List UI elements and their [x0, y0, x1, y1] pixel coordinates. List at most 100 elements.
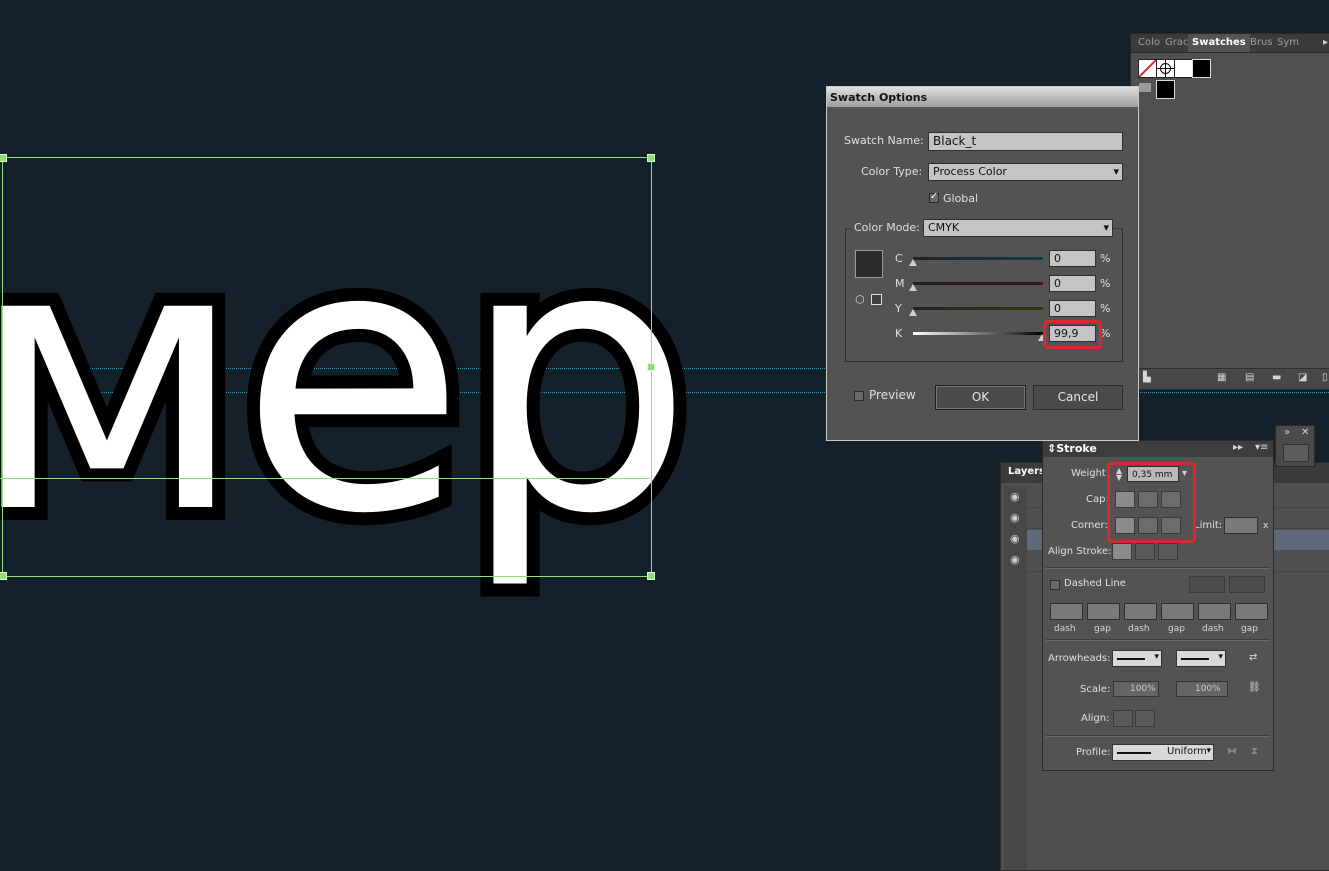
swatch-black[interactable]	[1192, 59, 1211, 78]
swatch-libraries-icon[interactable]: ▙	[1143, 372, 1151, 383]
dashed-line-checkbox[interactable]	[1050, 580, 1060, 590]
ok-button[interactable]: OK	[935, 385, 1026, 410]
cancel-label: Cancel	[1057, 390, 1099, 404]
stroke-tab-title[interactable]: ⇕Stroke	[1047, 442, 1097, 455]
selection-bounding-box[interactable]	[2, 157, 652, 577]
collapse-icon[interactable]: »	[1284, 427, 1290, 438]
web-safe-icon[interactable]	[871, 294, 882, 305]
cancel-button[interactable]: Cancel	[1033, 385, 1123, 410]
selection-handle[interactable]	[0, 154, 7, 162]
collapsed-panel[interactable]: » ✕	[1275, 425, 1315, 467]
arrow-extend-button[interactable]	[1113, 710, 1133, 727]
scale-label: Scale:	[1080, 684, 1111, 695]
start-arrowhead-select[interactable]: ▾	[1112, 650, 1162, 667]
color-mode-select[interactable]: CMYK ▾	[923, 219, 1113, 237]
delete-swatch-icon[interactable]: ▯	[1322, 372, 1328, 383]
panel-icon[interactable]	[1283, 444, 1309, 462]
ok-label: OK	[971, 390, 990, 404]
flip-across-icon[interactable]: ⧗	[1251, 746, 1258, 757]
align-outside-button[interactable]	[1158, 543, 1178, 560]
channel-m-input[interactable]: 0	[1049, 275, 1096, 292]
scale-end-input[interactable]: 100%	[1176, 681, 1228, 697]
panel-expand-icon[interactable]: ▸	[1323, 34, 1328, 52]
swatch-white[interactable]	[1174, 59, 1193, 78]
slider-thumb[interactable]	[909, 309, 917, 316]
swatch-group-folder-icon[interactable]	[1139, 83, 1151, 92]
swatch-name-input[interactable]: Black_t	[928, 132, 1123, 151]
dash-field[interactable]	[1124, 603, 1157, 620]
checkmark-icon: ✓	[930, 191, 939, 202]
eye-icon[interactable]: ◉	[1010, 511, 1020, 524]
dash-field[interactable]	[1198, 603, 1231, 620]
tab-layers[interactable]: Layers	[1008, 466, 1045, 477]
tab-brushes[interactable]: Brus	[1250, 34, 1273, 52]
line-preview-icon	[1117, 658, 1145, 660]
link-scale-icon[interactable]: ⛓	[1248, 682, 1261, 693]
divider	[1046, 639, 1270, 641]
swatch-name-value: Black_t	[933, 134, 977, 148]
channel-m-slider[interactable]	[913, 282, 1043, 285]
eye-icon[interactable]: ◉	[1010, 532, 1020, 545]
cap-label: Cap:	[1086, 494, 1109, 505]
gap-field[interactable]	[1235, 603, 1268, 620]
swatch-none[interactable]	[1138, 59, 1157, 78]
preview-label: Preview	[869, 388, 916, 402]
selection-handle[interactable]	[647, 154, 655, 162]
collapse-icon[interactable]: ▸▸	[1233, 442, 1243, 453]
global-checkbox[interactable]: ✓	[929, 191, 939, 203]
close-icon[interactable]: ✕	[1301, 427, 1309, 438]
channel-c-slider[interactable]	[913, 257, 1043, 260]
scale-start-value: 100%	[1130, 684, 1156, 694]
channel-y-input[interactable]: 0	[1049, 300, 1096, 317]
scale-start-input[interactable]: 100%	[1113, 681, 1159, 697]
preview-checkbox[interactable]	[854, 391, 864, 401]
dash-field[interactable]	[1050, 603, 1083, 620]
arrow-place-button[interactable]	[1135, 710, 1155, 727]
channel-y-slider[interactable]	[913, 307, 1043, 310]
swatch-registration[interactable]	[1156, 59, 1175, 78]
channel-c-input[interactable]: 0	[1049, 250, 1096, 267]
selection-handle[interactable]	[647, 363, 655, 371]
dash-label: dash	[1128, 624, 1150, 634]
color-type-label: Color Type:	[861, 165, 923, 178]
new-group-icon[interactable]: ▬	[1272, 372, 1281, 383]
eye-icon[interactable]: ◉	[1010, 553, 1020, 566]
show-kinds-icon[interactable]: ▦	[1217, 372, 1226, 383]
slider-thumb[interactable]	[909, 259, 917, 266]
align-center-button[interactable]	[1112, 543, 1132, 560]
dialog-titlebar[interactable]: Swatch Options	[827, 87, 1138, 107]
new-swatch-icon[interactable]: ◪	[1298, 372, 1307, 383]
swatch-black-t[interactable]	[1156, 80, 1175, 99]
channel-c-label: C	[895, 252, 903, 265]
selection-handle[interactable]	[647, 572, 655, 580]
swatch-name-label: Swatch Name:	[844, 134, 924, 147]
tab-gradient[interactable]: Grac	[1165, 34, 1189, 52]
tab-symbols[interactable]: Sym	[1277, 34, 1299, 52]
swatch-options-icon[interactable]: ▤	[1245, 372, 1254, 383]
k-value-highlight	[1043, 320, 1102, 349]
dash-preserve-button[interactable]	[1189, 576, 1225, 593]
gap-field[interactable]	[1161, 603, 1194, 620]
stroke-highlight	[1107, 462, 1196, 543]
gap-field[interactable]	[1087, 603, 1120, 620]
end-arrowhead-select[interactable]: ▾	[1176, 650, 1226, 667]
dialog-title: Swatch Options	[830, 91, 928, 104]
color-type-select[interactable]: Process Color ▾	[928, 163, 1123, 181]
channel-y-value: 0	[1054, 302, 1061, 315]
panel-menu-icon[interactable]: ▾≡	[1255, 442, 1268, 453]
tab-swatches[interactable]: Swatches	[1188, 34, 1250, 52]
eye-icon[interactable]: ◉	[1010, 490, 1020, 503]
flip-along-icon[interactable]: ⧓	[1227, 746, 1237, 757]
profile-select[interactable]: Uniform ▾	[1112, 744, 1214, 761]
limit-input[interactable]	[1224, 517, 1258, 534]
slider-thumb[interactable]	[909, 284, 917, 291]
dash-align-button[interactable]	[1229, 576, 1265, 593]
uniform-profile-icon	[1117, 752, 1151, 754]
out-of-gamut-cube-icon[interactable]: ⬡	[855, 293, 865, 306]
channel-k-slider[interactable]	[913, 332, 1043, 335]
swap-arrowheads-icon[interactable]: ⇄	[1249, 652, 1257, 663]
selection-handle[interactable]	[0, 572, 7, 580]
tab-color[interactable]: Colo	[1138, 34, 1160, 52]
color-mode-label: Color Mode:	[851, 221, 923, 234]
align-inside-button[interactable]	[1135, 543, 1155, 560]
